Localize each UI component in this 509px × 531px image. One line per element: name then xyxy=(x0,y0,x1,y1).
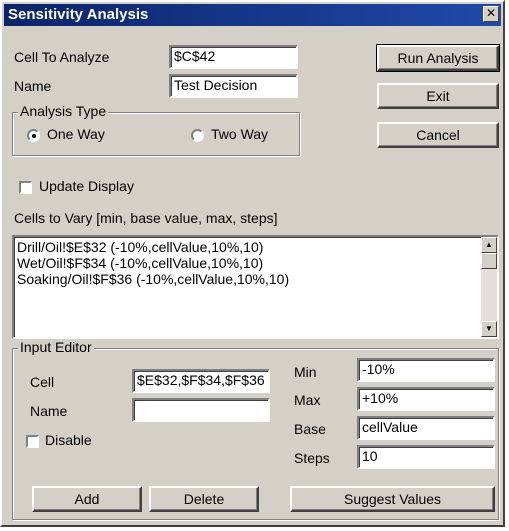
update-display-checkbox[interactable] xyxy=(19,181,32,194)
sensitivity-analysis-dialog: Sensitivity Analysis ✕ Cell To Analyze $… xyxy=(0,0,505,527)
list-item[interactable]: Soaking/Oil!$F$36 (-10%,cellValue,10%,10… xyxy=(15,271,289,287)
max-input[interactable]: +10% xyxy=(357,387,495,411)
add-button[interactable]: Add xyxy=(32,486,142,512)
list-item[interactable]: Drill/Oil!$E$32 (-10%,cellValue,10%,10) xyxy=(15,239,289,255)
two-way-radio[interactable] xyxy=(191,129,204,142)
editor-cell-input[interactable]: $E$32,$F$34,$F$36 xyxy=(132,369,270,393)
steps-label: Steps xyxy=(294,450,330,466)
update-display-label[interactable]: Update Display xyxy=(39,178,134,194)
min-input[interactable]: -10% xyxy=(357,358,495,382)
cell-to-analyze-label: Cell To Analyze xyxy=(14,49,110,65)
window-title: Sensitivity Analysis xyxy=(8,6,149,23)
steps-input[interactable]: 10 xyxy=(357,445,495,469)
base-input[interactable]: cellValue xyxy=(357,416,495,440)
close-button[interactable]: ✕ xyxy=(483,6,499,22)
suggest-values-button[interactable]: Suggest Values xyxy=(290,486,495,512)
name-label: Name xyxy=(14,78,52,94)
one-way-radio[interactable] xyxy=(27,129,40,142)
base-label: Base xyxy=(294,421,326,437)
scroll-down-arrow-icon[interactable]: ▼ xyxy=(481,321,497,337)
cells-to-vary-list[interactable]: Drill/Oil!$E$32 (-10%,cellValue,10%,10) … xyxy=(12,235,499,339)
cancel-button[interactable]: Cancel xyxy=(377,122,499,148)
disable-label[interactable]: Disable xyxy=(45,432,92,448)
scroll-up-arrow-icon[interactable]: ▲ xyxy=(481,237,497,253)
one-way-label[interactable]: One Way xyxy=(47,126,105,142)
analysis-type-legend: Analysis Type xyxy=(18,103,109,119)
radio-selected-dot xyxy=(31,133,36,138)
editor-name-input[interactable] xyxy=(132,398,270,422)
cell-to-analyze-input[interactable]: $C$42 xyxy=(169,45,298,69)
two-way-label[interactable]: Two Way xyxy=(211,126,268,142)
title-bar[interactable]: Sensitivity Analysis ✕ xyxy=(4,4,501,26)
input-editor-legend: Input Editor xyxy=(18,339,94,355)
delete-button[interactable]: Delete xyxy=(149,486,259,512)
scroll-thumb[interactable] xyxy=(481,253,497,269)
editor-name-label: Name xyxy=(30,403,68,419)
editor-cell-label: Cell xyxy=(30,374,55,390)
list-scrollbar[interactable]: ▲ ▼ xyxy=(481,237,497,337)
disable-checkbox[interactable] xyxy=(26,435,39,448)
exit-button[interactable]: Exit xyxy=(377,83,499,109)
list-item[interactable]: Wet/Oil!$F$34 (-10%,cellValue,10%,10) xyxy=(15,255,289,271)
decision-name-input[interactable]: Test Decision xyxy=(169,74,298,98)
max-label: Max xyxy=(294,392,321,408)
list-items: Drill/Oil!$E$32 (-10%,cellValue,10%,10) … xyxy=(15,239,289,287)
min-label: Min xyxy=(294,364,317,380)
run-analysis-button[interactable]: Run Analysis xyxy=(376,44,500,72)
cells-to-vary-label: Cells to Vary [min, base value, max, ste… xyxy=(14,210,278,226)
